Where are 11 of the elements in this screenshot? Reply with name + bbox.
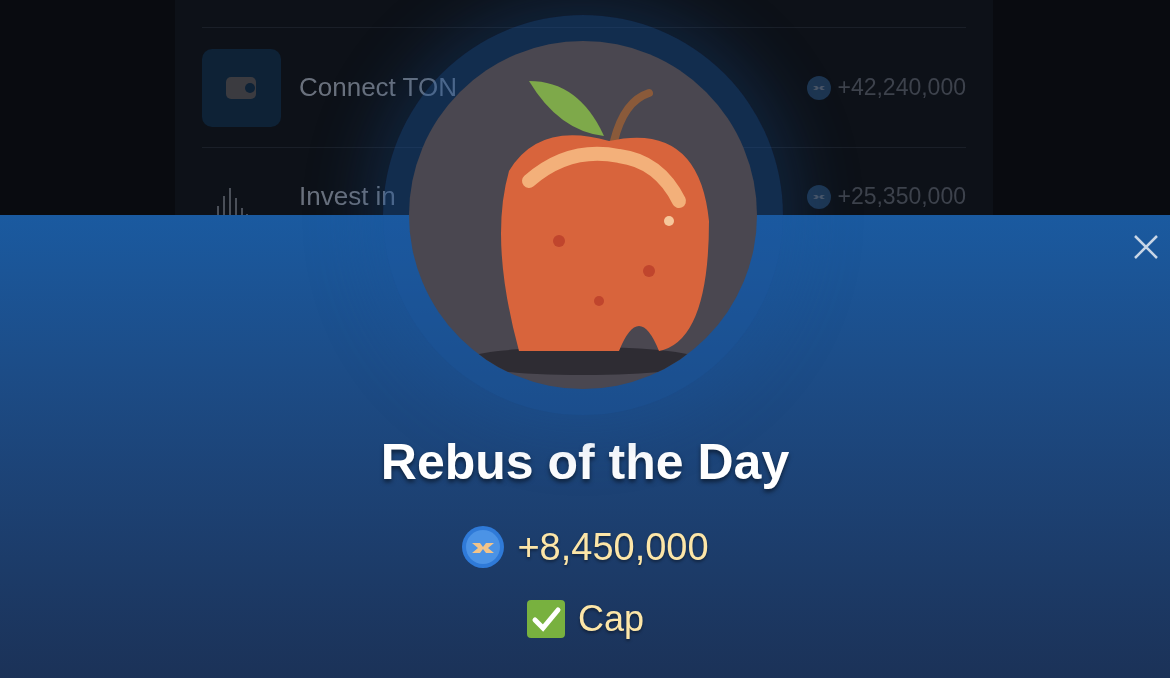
close-button[interactable]	[1132, 233, 1160, 261]
modal-title: Rebus of the Day	[380, 437, 790, 487]
close-icon	[1133, 234, 1159, 260]
answer-text: Cap	[577, 601, 644, 637]
coin-icon	[807, 184, 832, 209]
task-title: Connect TON	[299, 71, 457, 104]
reward-amount: +8,450,000	[517, 528, 709, 566]
coin-icon	[807, 75, 832, 100]
coin-icon	[461, 525, 506, 569]
wallet-icon	[202, 48, 281, 127]
task-title: Invest in	[299, 180, 396, 213]
